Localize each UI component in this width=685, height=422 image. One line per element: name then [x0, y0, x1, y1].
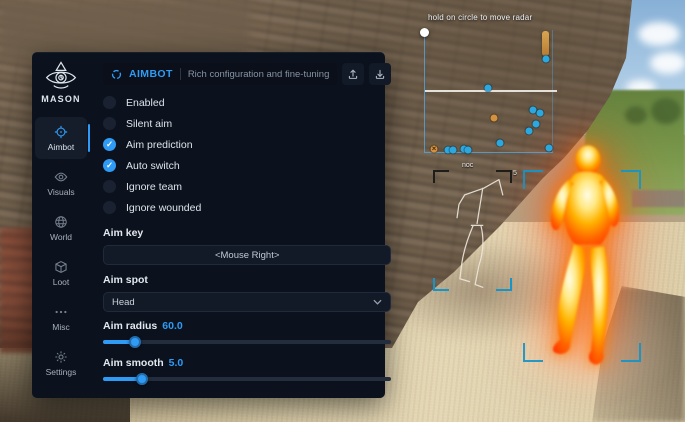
chevron-down-icon — [373, 299, 382, 305]
aim-radius-label: Aim radius — [103, 320, 157, 332]
panel-title: AIMBOT — [129, 68, 173, 80]
aim-smooth-value: 5.0 — [169, 357, 184, 369]
sidebar-item-label: World — [50, 232, 72, 242]
radar-dot — [530, 107, 537, 114]
radar-dot — [450, 147, 457, 154]
brand-logo: MASON — [41, 60, 81, 104]
radar-dot — [491, 115, 498, 122]
aim-radius-value: 60.0 — [162, 320, 182, 332]
sidebar-item-world[interactable]: World — [35, 207, 87, 249]
panel-title-bar: AIMBOT Rich configuration and fine-tunin… — [103, 63, 337, 85]
slider-thumb[interactable] — [129, 336, 141, 348]
esp-corner — [433, 278, 449, 291]
checkbox[interactable] — [103, 117, 116, 130]
radar-hint-text: hold on circle to move radar — [428, 13, 532, 22]
radar[interactable]: hold on circle to move radar ✕ — [424, 30, 553, 153]
toggle-ignore-team[interactable]: Ignore team — [103, 176, 391, 197]
checkbox[interactable] — [103, 180, 116, 193]
download-icon — [374, 68, 386, 80]
sidebar-item-label: Aimbot — [48, 142, 74, 152]
skeleton-esp — [448, 172, 508, 294]
sidebar-item-aimbot[interactable]: Aimbot — [35, 117, 87, 159]
esp-corner — [621, 343, 641, 362]
upload-icon — [347, 68, 359, 80]
toggle-label: Aim prediction — [126, 139, 193, 151]
radar-axis-line — [425, 90, 557, 92]
spinner-circle-icon — [111, 69, 122, 80]
dirt-patch — [0, 0, 250, 60]
brand-name: MASON — [41, 94, 81, 104]
toggle-label: Ignore wounded — [126, 202, 201, 214]
slider-thumb[interactable] — [136, 373, 148, 385]
import-config-button[interactable] — [369, 63, 391, 85]
skeleton-player-name: noc — [462, 162, 473, 169]
skeleton-distance-label: 5 — [513, 170, 517, 177]
toggle-auto-switch[interactable]: Auto switch — [103, 155, 391, 176]
toggle-label: Silent aim — [126, 118, 172, 130]
esp-corner — [621, 170, 641, 189]
divider — [180, 68, 181, 80]
radar-dot — [546, 145, 553, 152]
checkbox[interactable] — [103, 159, 116, 172]
eye-icon — [54, 170, 68, 184]
radar-dot: ✕ — [431, 146, 438, 153]
radar-dot — [537, 110, 544, 117]
esp-corner — [523, 170, 543, 189]
aim-smooth-label: Aim smooth — [103, 357, 164, 369]
radar-drag-handle[interactable] — [420, 28, 429, 37]
toggle-enabled[interactable]: Enabled — [103, 92, 391, 113]
toggle-label: Ignore team — [126, 181, 182, 193]
panel-subtitle: Rich configuration and fine-tuning — [188, 69, 330, 80]
aim-smooth-slider[interactable] — [103, 371, 391, 386]
radar-dot — [485, 85, 492, 92]
crosshair-icon — [54, 125, 68, 139]
sidebar-item-misc[interactable]: Misc — [35, 297, 87, 339]
radar-dot — [497, 140, 504, 147]
sidebar-item-settings[interactable]: Settings — [35, 342, 87, 384]
aim-spot-value: Head — [112, 297, 135, 308]
radar-dot — [465, 147, 472, 154]
toggle-aim-prediction[interactable]: Aim prediction — [103, 134, 391, 155]
mason-eye-icon — [43, 60, 79, 92]
cheat-menu-window: MASON Aimbot Visuals World — [32, 52, 385, 398]
tree — [651, 98, 681, 124]
radar-dot — [533, 121, 540, 128]
toggle-ignore-wounded[interactable]: Ignore wounded — [103, 197, 391, 218]
game-viewport: noc 5 hold on circle to move radar ✕ MAS… — [0, 0, 685, 422]
tree — [625, 106, 647, 124]
sidebar-item-label: Misc — [52, 322, 69, 332]
cloud — [638, 22, 680, 46]
player-esp-box — [523, 170, 641, 362]
ellipsis-icon — [54, 305, 68, 319]
sidebar-item-label: Visuals — [47, 187, 74, 197]
sidebar: MASON Aimbot Visuals World — [32, 53, 90, 398]
gear-icon — [54, 350, 68, 364]
slider-track[interactable] — [103, 340, 391, 344]
export-config-button[interactable] — [342, 63, 364, 85]
aim-radius-slider[interactable] — [103, 334, 391, 349]
checkbox[interactable] — [103, 138, 116, 151]
cube-icon — [54, 260, 68, 274]
toggle-label: Auto switch — [126, 160, 180, 172]
toggle-silent-aim[interactable]: Silent aim — [103, 113, 391, 134]
aimbot-panel: AIMBOT Rich configuration and fine-tunin… — [90, 53, 401, 398]
checkbox[interactable] — [103, 201, 116, 214]
radar-dot — [526, 128, 533, 135]
cloud — [650, 52, 685, 74]
checkbox[interactable] — [103, 96, 116, 109]
aim-spot-select[interactable]: Head — [103, 292, 391, 312]
sidebar-item-loot[interactable]: Loot — [35, 252, 87, 294]
sidebar-item-visuals[interactable]: Visuals — [35, 162, 87, 204]
globe-icon — [54, 215, 68, 229]
radar-dot — [543, 56, 550, 63]
sidebar-item-label: Loot — [53, 277, 70, 287]
sidebar-item-label: Settings — [46, 367, 77, 377]
aim-spot-label: Aim spot — [103, 274, 391, 286]
radar-marker-bar — [542, 31, 549, 56]
aim-key-label: Aim key — [103, 227, 391, 239]
esp-corner — [433, 170, 449, 183]
aim-key-button[interactable]: <Mouse Right> — [103, 245, 391, 265]
esp-corner — [523, 343, 543, 362]
toggle-label: Enabled — [126, 97, 165, 109]
